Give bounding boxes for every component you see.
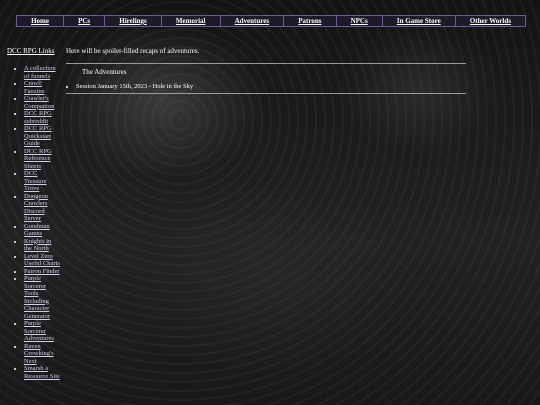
list-item: DCC Treasure Trove xyxy=(24,170,60,193)
list-item: Purple Sorcerer Tools Including Characte… xyxy=(24,275,60,320)
nav-pcs[interactable]: PCs xyxy=(64,16,106,26)
nav-other-worlds[interactable]: Other Worlds xyxy=(456,16,525,26)
intro-text: Here will be spoiler-filled recaps of ad… xyxy=(66,47,200,55)
top-navigation: Home PCs Hirelings Memorial Adventures P… xyxy=(16,15,526,27)
sidebar-link[interactable]: Smarsh a Resource Site xyxy=(24,365,60,380)
list-item: Session January 15th, 2023 - Hole in the… xyxy=(76,82,466,91)
list-item: Patron Finder xyxy=(24,268,60,276)
list-item: DCC RPG Quickstart Guide xyxy=(24,125,60,148)
sidebar-link[interactable]: Raven Crowking's Next xyxy=(24,343,54,365)
list-item: Purple Sorcerer Adventures xyxy=(24,320,60,343)
divider xyxy=(66,93,466,94)
nav-memorial[interactable]: Memorial xyxy=(162,16,221,26)
sidebar: DCC RPG Links A collection of funnels Cr… xyxy=(4,47,60,380)
main-content: Here will be spoiler-filled recaps of ad… xyxy=(66,47,466,94)
list-item: Goodman Games xyxy=(24,223,60,238)
list-item: Smarsh a Resource Site xyxy=(24,365,60,380)
nav-home[interactable]: Home xyxy=(17,16,65,26)
list-item: DCC RPG subreddit xyxy=(24,110,60,125)
list-item: Knights in the North xyxy=(24,238,60,253)
nav-npcs[interactable]: NPCs xyxy=(337,16,383,26)
section-title: The Adventures xyxy=(82,68,127,76)
adventure-list: Session January 15th, 2023 - Hole in the… xyxy=(66,82,466,91)
sidebar-link[interactable]: Patron Finder xyxy=(24,268,60,275)
sidebar-link[interactable]: Purple Sorcerer Adventures xyxy=(24,320,54,342)
sidebar-title-link[interactable]: DCC RPG Links xyxy=(7,47,60,55)
nav-adventures[interactable]: Adventures xyxy=(221,16,285,26)
sidebar-link[interactable]: DCC RPG Quickstart Guide xyxy=(24,125,52,147)
nav-hirelings[interactable]: Hirelings xyxy=(105,16,162,26)
list-item: Raven Crowking's Next xyxy=(24,343,60,366)
nav-patrons[interactable]: Patrons xyxy=(284,16,337,26)
sidebar-link[interactable]: DCC Treasure Trove xyxy=(24,170,47,192)
adventure-link[interactable]: Session January 15th, 2023 - Hole in the… xyxy=(76,83,193,90)
list-item: A collection of funnels xyxy=(24,65,60,80)
sidebar-link[interactable]: Crawler's Companion xyxy=(24,95,54,110)
list-item: Level Zero Useful Charts xyxy=(24,253,60,268)
sidebar-link[interactable]: Level Zero Useful Charts xyxy=(24,253,60,268)
list-item: Crawler's Companion xyxy=(24,95,60,110)
sidebar-link[interactable]: Crawl! Fanzine xyxy=(24,80,45,95)
list-item: Crawl! Fanzine xyxy=(24,80,60,95)
sidebar-link[interactable]: Goodman Games xyxy=(24,223,50,238)
sidebar-link[interactable]: A collection of funnels xyxy=(24,65,56,80)
list-item: DCC RPG Reference Sheets xyxy=(24,148,60,171)
nav-in-game-store[interactable]: In Game Store xyxy=(383,16,456,26)
sidebar-link[interactable]: Dungeon Crawlers Discord Server xyxy=(24,193,48,223)
sidebar-link[interactable]: Purple Sorcerer Tools Including Characte… xyxy=(24,275,50,320)
sidebar-link[interactable]: DCC RPG Reference Sheets xyxy=(24,148,52,170)
list-item: Dungeon Crawlers Discord Server xyxy=(24,193,60,223)
sidebar-link-list: A collection of funnels Crawl! Fanzine C… xyxy=(4,65,60,380)
sidebar-link[interactable]: Knights in the North xyxy=(24,238,51,253)
sidebar-link[interactable]: DCC RPG subreddit xyxy=(24,110,52,125)
